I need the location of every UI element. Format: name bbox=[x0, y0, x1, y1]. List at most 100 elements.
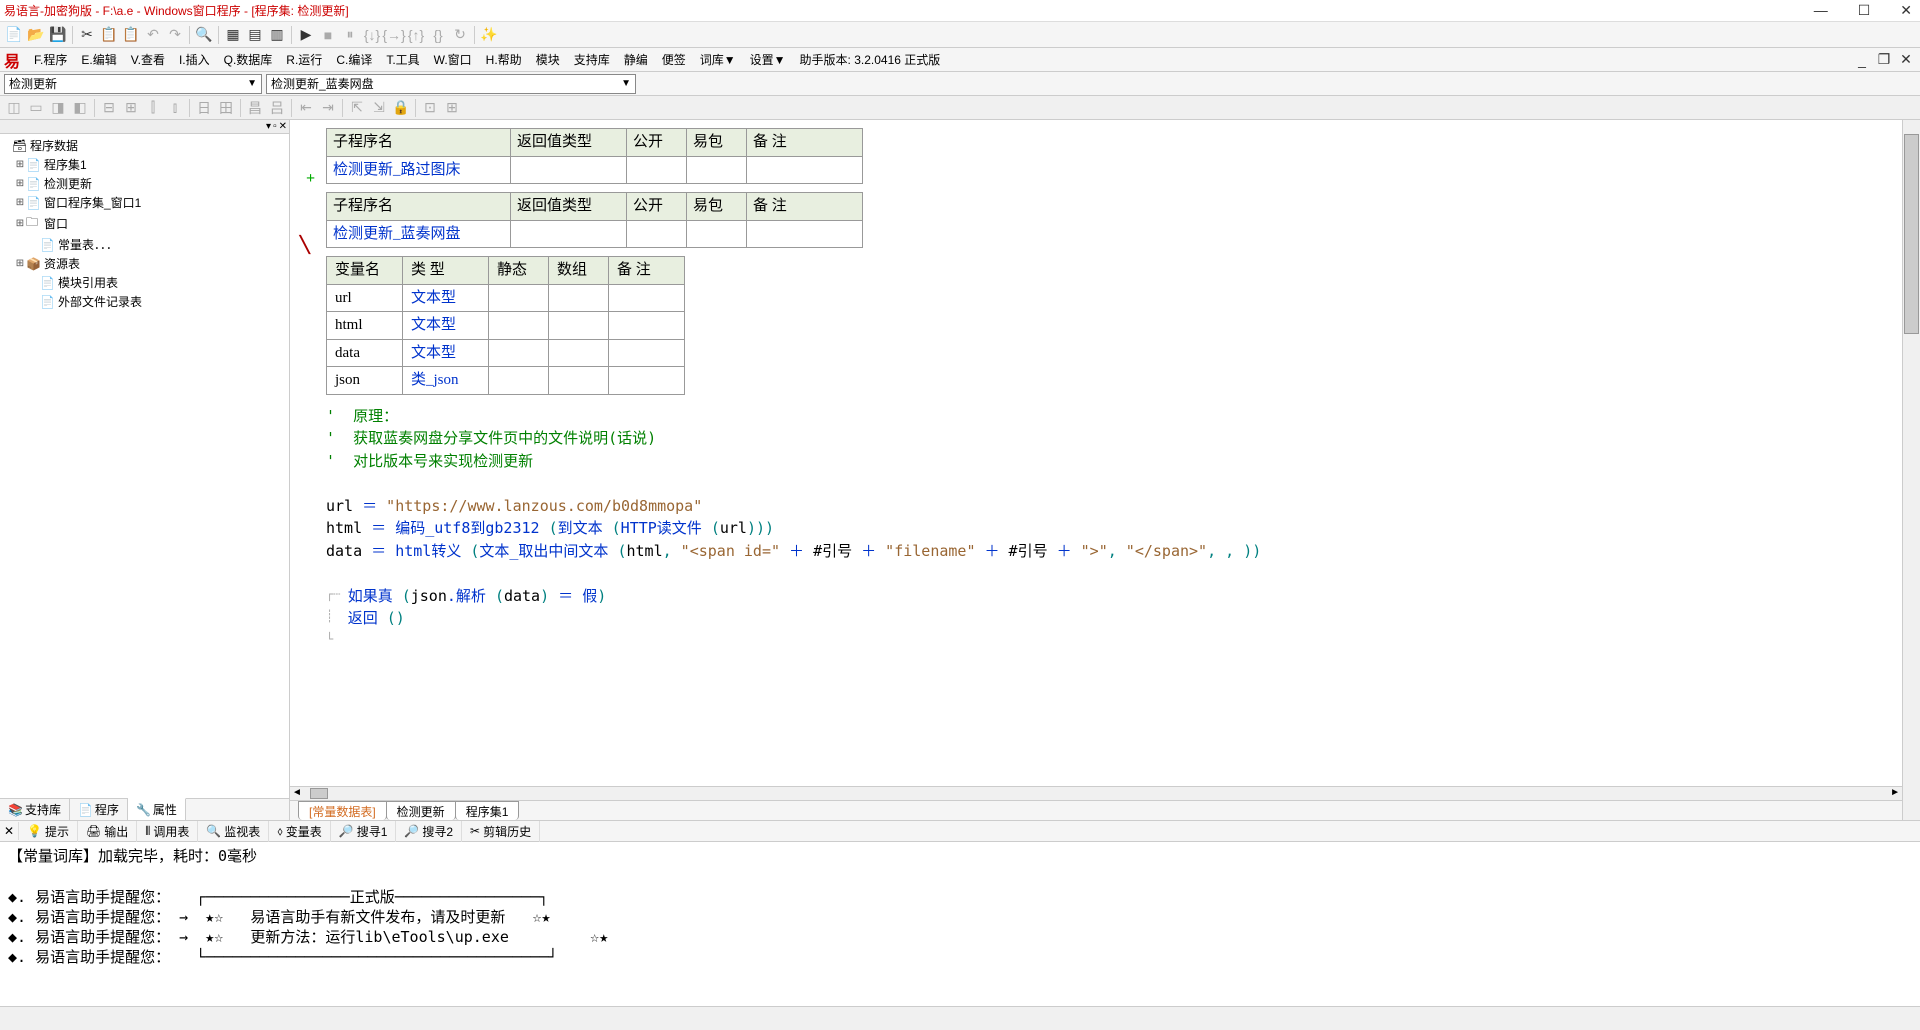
tree-item[interactable]: 📄外部文件记录表 bbox=[0, 292, 289, 311]
td[interactable] bbox=[609, 312, 685, 340]
tree-item[interactable]: ⊞📄窗口程序集_窗口1 bbox=[0, 193, 289, 212]
td[interactable] bbox=[549, 312, 609, 340]
menu-module[interactable]: 模块 bbox=[536, 51, 560, 68]
menu-static[interactable]: 静编 bbox=[624, 51, 648, 68]
copy-icon[interactable]: 📋 bbox=[99, 25, 119, 45]
menu-edit[interactable]: E.编辑 bbox=[81, 51, 116, 68]
wand-icon[interactable]: ✨ bbox=[479, 25, 499, 45]
menu-settings[interactable]: 设置▼ bbox=[750, 51, 786, 68]
redo-icon[interactable]: ↷ bbox=[165, 25, 185, 45]
tb3-icon[interactable]: ◨ bbox=[48, 98, 68, 118]
close-button[interactable]: ✕ bbox=[1896, 2, 1916, 19]
var-row[interactable]: data文本型 bbox=[327, 339, 685, 367]
mdi-close-icon[interactable]: ✕ bbox=[1896, 50, 1916, 70]
tree-item[interactable]: ⊞📦资源表 bbox=[0, 254, 289, 273]
menu-support[interactable]: 支持库 bbox=[574, 51, 610, 68]
menu-view[interactable]: V.查看 bbox=[131, 51, 165, 68]
var-type[interactable]: 文本型 bbox=[403, 284, 489, 312]
td[interactable] bbox=[549, 284, 609, 312]
menu-notes[interactable]: 便签 bbox=[662, 51, 686, 68]
tree-expand-icon[interactable]: ⊞ bbox=[14, 159, 26, 170]
td[interactable] bbox=[511, 220, 627, 248]
var-name[interactable]: html bbox=[327, 312, 403, 340]
tb3-lock-icon[interactable]: 🔒 bbox=[391, 98, 411, 118]
tree-expand-icon[interactable]: ⊞ bbox=[14, 178, 26, 189]
output-tab[interactable]: 🔍监视表 bbox=[198, 821, 269, 842]
td[interactable] bbox=[489, 367, 549, 395]
output-tab[interactable]: 🖨输出 bbox=[78, 821, 137, 842]
td[interactable] bbox=[627, 220, 687, 248]
combo-subset[interactable]: 检测更新 ▼ bbox=[4, 74, 262, 94]
tb3-icon[interactable]: ⊞ bbox=[121, 98, 141, 118]
tb3-icon[interactable]: ⇲ bbox=[369, 98, 389, 118]
tb3-icon[interactable]: 田 bbox=[216, 98, 236, 118]
new-icon[interactable]: 📄 bbox=[4, 25, 24, 45]
step3-icon[interactable]: {↑} bbox=[406, 25, 426, 45]
gutter-plus-icon[interactable]: + bbox=[306, 167, 315, 191]
scroll-thumb[interactable] bbox=[310, 788, 328, 799]
tree-root[interactable]: 🗃 程序数据 bbox=[0, 136, 289, 155]
tb3-icon[interactable]: 吕 bbox=[267, 98, 287, 118]
tree-item[interactable]: ⊞🗀窗口 bbox=[0, 212, 289, 235]
output-tab[interactable]: ✂剪辑历史 bbox=[462, 821, 540, 842]
tb3-icon[interactable]: ◫ bbox=[4, 98, 24, 118]
pin-icon[interactable]: ▾ bbox=[266, 121, 271, 132]
var-type[interactable]: 文本型 bbox=[403, 339, 489, 367]
layout2-icon[interactable]: ▤ bbox=[245, 25, 265, 45]
td[interactable] bbox=[687, 156, 747, 184]
td[interactable] bbox=[489, 284, 549, 312]
td[interactable] bbox=[489, 312, 549, 340]
save-icon[interactable]: 💾 bbox=[48, 25, 68, 45]
editor-tab[interactable]: 检测更新 bbox=[386, 801, 456, 820]
td[interactable] bbox=[627, 156, 687, 184]
menu-dict[interactable]: 词库▼ bbox=[700, 51, 736, 68]
scroll-arrow-left-icon[interactable]: ◄ bbox=[292, 787, 302, 798]
tb3-icon[interactable]: 昌 bbox=[245, 98, 265, 118]
output-tab[interactable]: 🔎搜寻1 bbox=[331, 821, 397, 842]
tree-expand-icon[interactable]: ⊞ bbox=[14, 197, 26, 208]
td[interactable] bbox=[609, 284, 685, 312]
scroll-arrow-right-icon[interactable]: ► bbox=[1890, 787, 1900, 798]
var-name[interactable]: json bbox=[327, 367, 403, 395]
open-icon[interactable]: 📂 bbox=[26, 25, 46, 45]
step1-icon[interactable]: {↓} bbox=[362, 25, 382, 45]
pause-icon[interactable]: ⏸ bbox=[340, 25, 360, 45]
var-type[interactable]: 文本型 bbox=[403, 312, 489, 340]
tb3-icon[interactable]: 日 bbox=[194, 98, 214, 118]
gutter-minus-icon[interactable]: ╲ bbox=[300, 234, 310, 258]
step4-icon[interactable]: {} bbox=[428, 25, 448, 45]
sub2-name[interactable]: 检测更新_蓝奏网盘 bbox=[327, 220, 511, 248]
output-tab[interactable]: ✕ bbox=[0, 822, 19, 840]
tree-item[interactable]: ⊞📄程序集1 bbox=[0, 155, 289, 174]
close-pane-icon[interactable]: ▫ bbox=[273, 121, 277, 132]
layout1-icon[interactable]: ▦ bbox=[223, 25, 243, 45]
tree-item[interactable]: 📄模块引用表 bbox=[0, 273, 289, 292]
menu-compile[interactable]: C.编译 bbox=[336, 51, 372, 68]
td[interactable] bbox=[609, 339, 685, 367]
menu-database[interactable]: Q.数据库 bbox=[224, 51, 273, 68]
output-tab[interactable]: 🔎搜寻2 bbox=[396, 821, 462, 842]
maximize-button[interactable]: ☐ bbox=[1854, 2, 1875, 19]
layout3-icon[interactable]: ▥ bbox=[267, 25, 287, 45]
combo-subroutine[interactable]: 检测更新_蓝奏网盘 ▼ bbox=[266, 74, 636, 94]
editor-hscroll[interactable]: ◄► bbox=[290, 786, 1902, 800]
output-tab[interactable]: 💡提示 bbox=[19, 821, 78, 842]
tb3-icon[interactable]: ◧ bbox=[70, 98, 90, 118]
output-tab[interactable]: ⫴调用表 bbox=[137, 821, 198, 842]
output-tab[interactable]: ⬨变量表 bbox=[269, 821, 330, 842]
td[interactable] bbox=[549, 367, 609, 395]
menu-window[interactable]: W.窗口 bbox=[434, 51, 472, 68]
mdi-min-icon[interactable]: _ bbox=[1852, 50, 1872, 70]
sub1-name[interactable]: 检测更新_路过图床 bbox=[327, 156, 511, 184]
tb3-icon[interactable]: ▭ bbox=[26, 98, 46, 118]
tree-item[interactable]: 📄常量表．．． bbox=[0, 235, 289, 254]
td[interactable] bbox=[511, 156, 627, 184]
td[interactable] bbox=[747, 220, 863, 248]
menu-tools[interactable]: T.工具 bbox=[386, 51, 419, 68]
tb3-icon[interactable]: ⇥ bbox=[318, 98, 338, 118]
left-tab[interactable]: 📄程序 bbox=[70, 799, 128, 820]
scroll-thumb[interactable] bbox=[1904, 134, 1919, 334]
tb3-icon[interactable]: ⊞ bbox=[442, 98, 462, 118]
editor-tab[interactable]: [常量数据表] bbox=[298, 801, 387, 820]
stop-icon[interactable]: ■ bbox=[318, 25, 338, 45]
